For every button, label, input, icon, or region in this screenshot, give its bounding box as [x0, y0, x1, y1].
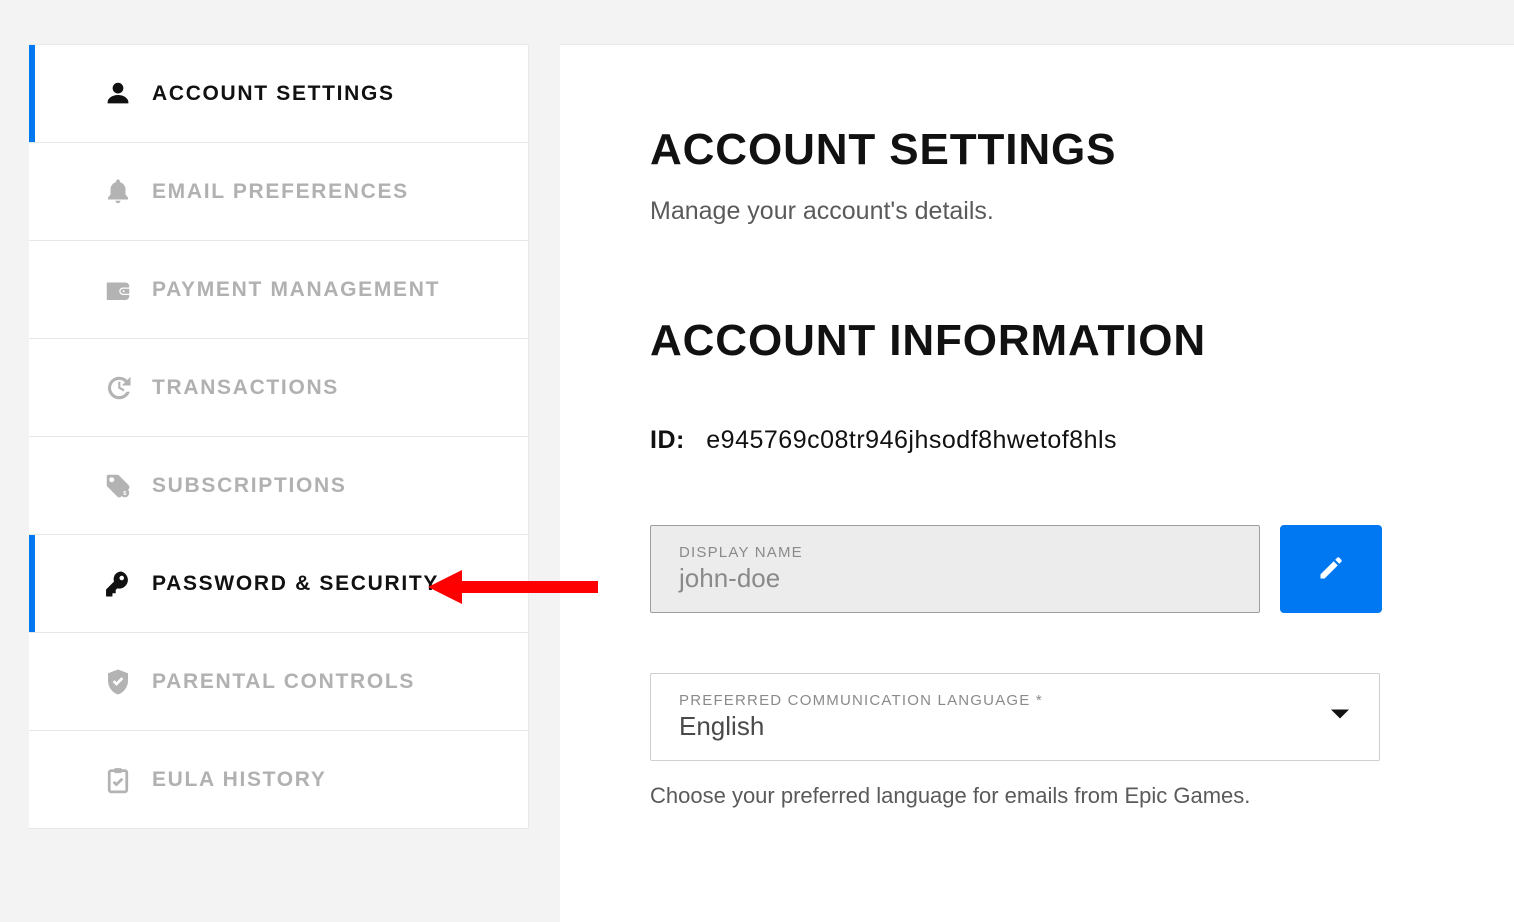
sidebar-item-label: TRANSACTIONS: [152, 376, 339, 400]
page-title: ACCOUNT SETTINGS: [650, 125, 1424, 175]
key-icon: [95, 569, 140, 599]
sidebar-item-password-security[interactable]: PASSWORD & SECURITY: [29, 535, 528, 633]
bell-icon: [95, 177, 140, 207]
sidebar-item-transactions[interactable]: TRANSACTIONS: [29, 339, 528, 437]
shield-check-icon: [95, 667, 140, 697]
tag-icon: $: [95, 471, 140, 501]
sidebar-item-label: PASSWORD & SECURITY: [152, 572, 439, 596]
sidebar-item-account-settings[interactable]: ACCOUNT SETTINGS: [29, 45, 528, 143]
sidebar-item-email-preferences[interactable]: EMAIL PREFERENCES: [29, 143, 528, 241]
edit-display-name-button[interactable]: [1280, 525, 1382, 613]
sidebar-item-label: PARENTAL CONTROLS: [152, 670, 415, 694]
display-name-label: DISPLAY NAME: [679, 544, 1231, 561]
display-name-row: DISPLAY NAME john-doe: [650, 525, 1424, 613]
account-id-row: ID: e945769c08tr946jhsodf8hwetof8hls: [650, 426, 1424, 455]
sidebar-item-parental-controls[interactable]: PARENTAL CONTROLS: [29, 633, 528, 731]
section-title-account-information: ACCOUNT INFORMATION: [650, 316, 1424, 366]
sidebar-item-label: ACCOUNT SETTINGS: [152, 82, 395, 106]
pencil-icon: [1317, 554, 1345, 585]
preferred-language-label: PREFERRED COMMUNICATION LANGUAGE *: [679, 692, 1043, 709]
page-subtitle: Manage your account's details.: [650, 197, 1424, 226]
preferred-language-select[interactable]: PREFERRED COMMUNICATION LANGUAGE * Engli…: [650, 673, 1380, 761]
sidebar-item-eula-history[interactable]: EULA HISTORY: [29, 731, 528, 829]
history-icon: [95, 373, 140, 403]
sidebar-item-subscriptions[interactable]: $ SUBSCRIPTIONS: [29, 437, 528, 535]
sidebar-item-label: EMAIL PREFERENCES: [152, 180, 409, 204]
person-icon: [95, 79, 140, 109]
preferred-language-value: English: [679, 711, 1043, 742]
display-name-value: john-doe: [679, 563, 1231, 594]
wallet-icon: [95, 275, 140, 305]
sidebar: ACCOUNT SETTINGS EMAIL PREFERENCES PAYME…: [29, 44, 529, 829]
caret-down-icon: [1329, 708, 1351, 727]
display-name-field: DISPLAY NAME john-doe: [650, 525, 1260, 613]
sidebar-item-label: SUBSCRIPTIONS: [152, 474, 347, 498]
sidebar-item-payment-management[interactable]: PAYMENT MANAGEMENT: [29, 241, 528, 339]
sidebar-item-label: EULA HISTORY: [152, 768, 327, 792]
clipboard-check-icon: [95, 765, 140, 795]
sidebar-item-label: PAYMENT MANAGEMENT: [152, 278, 440, 302]
preferred-language-helper: Choose your preferred language for email…: [650, 783, 1380, 809]
account-id-label: ID:: [650, 426, 685, 454]
account-id-value: e945769c08tr946jhsodf8hwetof8hls: [706, 426, 1117, 454]
main-panel: ACCOUNT SETTINGS Manage your account's d…: [560, 44, 1514, 922]
